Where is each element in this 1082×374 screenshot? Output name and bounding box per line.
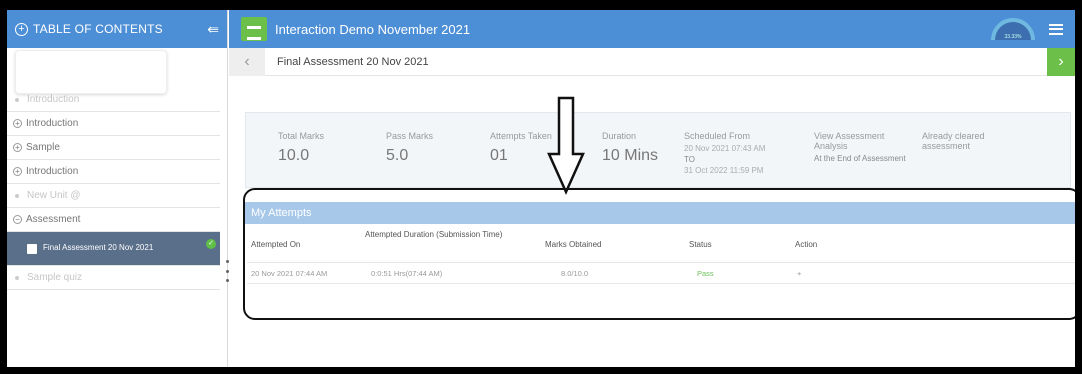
check-icon: ✓: [206, 239, 216, 249]
toc-item-label: Final Assessment 20 Nov 2021: [43, 243, 154, 253]
page-title: Final Assessment 20 Nov 2021: [277, 55, 429, 68]
toc-item-label: Introduction: [26, 166, 79, 177]
annotation-arrow-icon: [547, 96, 585, 196]
toc-item-label: Sample: [26, 142, 60, 153]
main-content: Interaction Demo November 2021 33.33% ‹ …: [229, 10, 1075, 367]
status-cell: Pass: [697, 269, 714, 278]
stat-label: Duration: [602, 131, 637, 141]
analysis-stat: View Assessment Analysis At the End of A…: [814, 131, 906, 165]
expand-icon[interactable]: +: [13, 143, 22, 152]
toc-item[interactable]: Sample quiz: [7, 266, 220, 290]
table-row: 20 Nov 2021 07:44 AM 0:0:51 Hrs(07:44 AM…: [247, 262, 1075, 284]
document-icon: [27, 243, 37, 254]
app-window: + TABLE OF CONTENTS ⇚ Introduction + Int…: [0, 0, 1082, 374]
bullet-icon: [15, 97, 19, 102]
pass-marks-stat: Pass Marks 5.0: [386, 131, 433, 165]
toc-item-label: Introduction: [27, 94, 80, 105]
collapse-icon[interactable]: −: [13, 215, 22, 224]
gauge-label: 33.33%: [1004, 34, 1022, 40]
bullet-icon: [15, 193, 19, 198]
toc-item[interactable]: + Sample: [7, 136, 220, 160]
column-header: Marks Obtained: [545, 240, 602, 249]
expand-icon[interactable]: +: [13, 167, 22, 176]
stat-value: 5.0: [386, 147, 409, 164]
menu-icon[interactable]: [1049, 23, 1063, 35]
toc-title: TABLE OF CONTENTS: [33, 22, 163, 36]
app-title: Interaction Demo November 2021: [275, 21, 471, 37]
bullet-icon: [15, 275, 19, 280]
attempts-heading: My Attempts: [245, 202, 1075, 224]
column-header: Action: [795, 240, 818, 249]
toc-item-label: Introduction: [26, 118, 79, 129]
scheduled-to: 31 Oct 2022 11:59 PM: [684, 165, 764, 175]
sidebar: + TABLE OF CONTENTS ⇚ Introduction + Int…: [7, 10, 229, 367]
column-header: Attempted On: [251, 240, 301, 249]
stat-value: At the End of Assessment: [814, 154, 906, 163]
toc-item[interactable]: New Unit @: [7, 184, 220, 208]
toc-item[interactable]: − Assessment: [7, 208, 220, 232]
next-button[interactable]: ›: [1047, 47, 1075, 76]
attempts-stat: Attempts Taken 01: [490, 131, 552, 165]
stat-value: 10 Mins: [602, 147, 659, 164]
marks-cell: 8.0/10.0: [561, 269, 589, 278]
collapse-sidebar-icon[interactable]: ⇚: [207, 21, 219, 38]
plus-circle-icon: +: [15, 22, 28, 36]
scheduled-from: 20 Nov 2021 07:43 AM: [684, 144, 766, 153]
column-header: Attempted Duration (Submission Time): [365, 230, 503, 239]
progress-gauge-icon: 33.33%: [991, 18, 1035, 40]
my-attempts-panel: My Attempts Attempted On Attempted Durat…: [243, 188, 1075, 320]
attempted-on-cell: 20 Nov 2021 07:44 AM: [251, 269, 328, 278]
total-marks-stat: Total Marks 10.0: [278, 131, 324, 165]
duration-cell: 0:0:51 Hrs(07:44 AM): [371, 269, 443, 278]
toc-item-label: New Unit @: [27, 190, 81, 201]
stat-label: Total Marks: [278, 131, 325, 141]
assessment-summary: Total Marks 10.0 Pass Marks 5.0 Attempts…: [245, 112, 1071, 188]
expand-icon[interactable]: +: [13, 119, 22, 128]
column-header: Status: [689, 240, 712, 249]
stat-label: Attempts Taken: [490, 131, 552, 141]
toc-item-label: Sample quiz: [27, 272, 83, 283]
cleared-stat: Already cleared assessment: [922, 131, 1006, 151]
toc-list: Introduction + Introduction + Sample + I…: [7, 88, 220, 290]
stat-value: 10.0: [278, 147, 310, 164]
toc-header: + TABLE OF CONTENTS ⇚: [7, 10, 227, 48]
toc-item-label: Assessment: [26, 214, 81, 225]
toc-item-active[interactable]: Final Assessment 20 Nov 2021 ✓: [7, 232, 220, 266]
cleared-text: Already cleared assessment: [922, 131, 985, 151]
stat-value: 01: [490, 147, 508, 164]
stat-label: View Assessment Analysis: [814, 131, 885, 151]
toc-item[interactable]: + Introduction: [7, 160, 220, 184]
action-button[interactable]: +: [797, 269, 801, 278]
toc-item[interactable]: + Introduction: [7, 112, 220, 136]
stat-label: Pass Marks: [386, 131, 434, 141]
attempts-table-header: Attempted On Attempted Duration (Submiss…: [245, 226, 1075, 260]
duration-stat: Duration 10 Mins: [602, 131, 658, 165]
breadcrumb: ‹ Final Assessment 20 Nov 2021 ›: [229, 47, 1075, 76]
schedule-stat: Scheduled From 20 Nov 2021 07:43 AM TO 3…: [684, 131, 765, 176]
search-popup[interactable]: [15, 50, 167, 94]
previous-button[interactable]: ‹: [229, 47, 265, 76]
topbar: Interaction Demo November 2021 33.33%: [229, 10, 1075, 48]
app-logo-icon: [241, 17, 267, 41]
scheduled-to-label: TO: [684, 154, 695, 164]
stat-label: Scheduled From: [684, 131, 751, 141]
schedule-details: 20 Nov 2021 07:43 AM TO 31 Oct 2022 11:5…: [684, 144, 765, 176]
